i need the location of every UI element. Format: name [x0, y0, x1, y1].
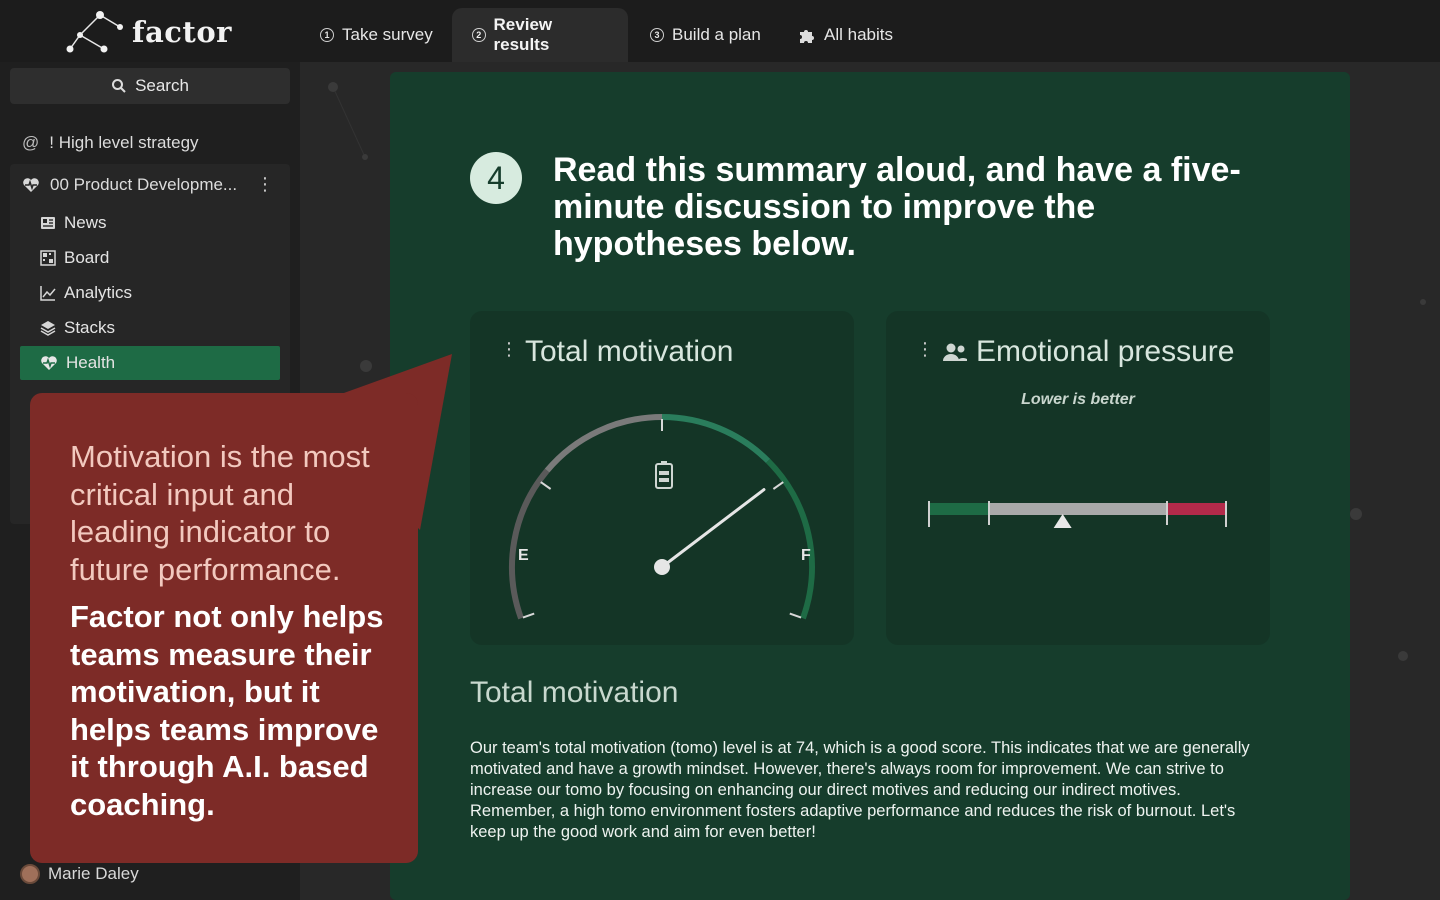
step-number-badge: 4 — [470, 152, 522, 204]
tab-review-results[interactable]: 2 Review results — [452, 8, 628, 62]
summary-body: Our team's total motivation (tomo) level… — [470, 739, 1250, 841]
scale-low-segment — [929, 503, 989, 515]
callout-bold-text: Factor not only helps teams measure thei… — [70, 599, 384, 822]
callout-intro-text: Motivation is the most critical input an… — [70, 439, 370, 587]
sidebar-item-stacks[interactable]: Stacks — [20, 311, 280, 345]
workspace-header[interactable]: 00 Product Developme... ⋮ — [10, 168, 290, 202]
sidebar-item-label: ! High level strategy — [49, 133, 199, 152]
avatar — [20, 864, 40, 884]
total-motivation-panel: ⋮ Total motivation E F — [470, 311, 854, 645]
sidebar-item-high-level-strategy[interactable]: @ ! High level strategy — [10, 126, 290, 160]
pressure-marker — [1053, 514, 1072, 528]
gauge-tick — [789, 612, 802, 619]
line-chart-icon — [40, 286, 56, 301]
emotional-pressure-panel: ⋮ Emotional pressure Lower is better — [886, 311, 1270, 645]
sidebar-item-analytics[interactable]: Analytics — [20, 276, 280, 310]
summary-title: Total motivation — [470, 676, 679, 709]
scale-mid-segment — [989, 503, 1167, 515]
constellation-logo-icon — [66, 11, 123, 53]
sidebar-item-label: Stacks — [64, 318, 116, 337]
step-headline: Read this summary aloud, and have a five… — [553, 151, 1241, 263]
at-icon: @ — [22, 133, 40, 152]
more-options-icon[interactable]: ⋮ — [256, 174, 274, 195]
tab-label: Review results — [493, 15, 553, 54]
heart-pulse-icon — [23, 178, 39, 192]
layers-icon — [40, 321, 56, 336]
sidebar-item-label: News — [64, 213, 107, 232]
tab-label: Take survey — [342, 25, 433, 44]
news-icon — [41, 217, 55, 229]
step-3-icon: 3 — [650, 28, 664, 42]
search-icon — [112, 79, 126, 93]
tab-all-habits[interactable]: All habits — [778, 8, 913, 62]
gauge-needle — [660, 488, 766, 569]
fuel-gauge: E F — [509, 414, 815, 620]
workspace-title: 00 Product Developme... — [50, 175, 238, 194]
gauge-tick — [522, 612, 535, 619]
step-1-icon: 1 — [320, 28, 334, 42]
gauge-tick — [540, 481, 552, 490]
step-2-icon: 2 — [472, 28, 486, 42]
pressure-scale — [928, 501, 1227, 528]
app-name: factor — [132, 15, 232, 49]
sidebar-item-news[interactable]: News — [20, 206, 280, 240]
search-button[interactable]: Search — [10, 68, 290, 104]
top-nav: factor 1 Take survey 2 Review results 3 … — [0, 0, 1440, 62]
tab-build-a-plan[interactable]: 3 Build a plan — [630, 8, 781, 62]
user-name: Marie Daley — [48, 864, 139, 883]
gauge-full-label: F — [801, 547, 811, 564]
gauge-tick — [772, 481, 784, 490]
user-profile[interactable]: Marie Daley — [20, 864, 139, 884]
tab-label: Build a plan — [672, 25, 761, 44]
search-label: Search — [135, 76, 189, 95]
tab-take-survey[interactable]: 1 Take survey — [300, 8, 453, 62]
factor-logo[interactable]: factor — [64, 8, 234, 56]
sidebar-item-board[interactable]: Board — [20, 241, 280, 275]
scale-high-segment — [1167, 503, 1226, 515]
battery-icon — [655, 461, 673, 489]
gauge-pivot — [654, 559, 670, 575]
puzzle-icon — [800, 30, 814, 43]
board-icon — [40, 250, 56, 266]
sidebar-item-label: Board — [64, 248, 110, 267]
tab-label: All habits — [824, 25, 893, 44]
sidebar-item-label: Analytics — [64, 283, 133, 302]
gauge-empty-label: E — [518, 547, 529, 564]
